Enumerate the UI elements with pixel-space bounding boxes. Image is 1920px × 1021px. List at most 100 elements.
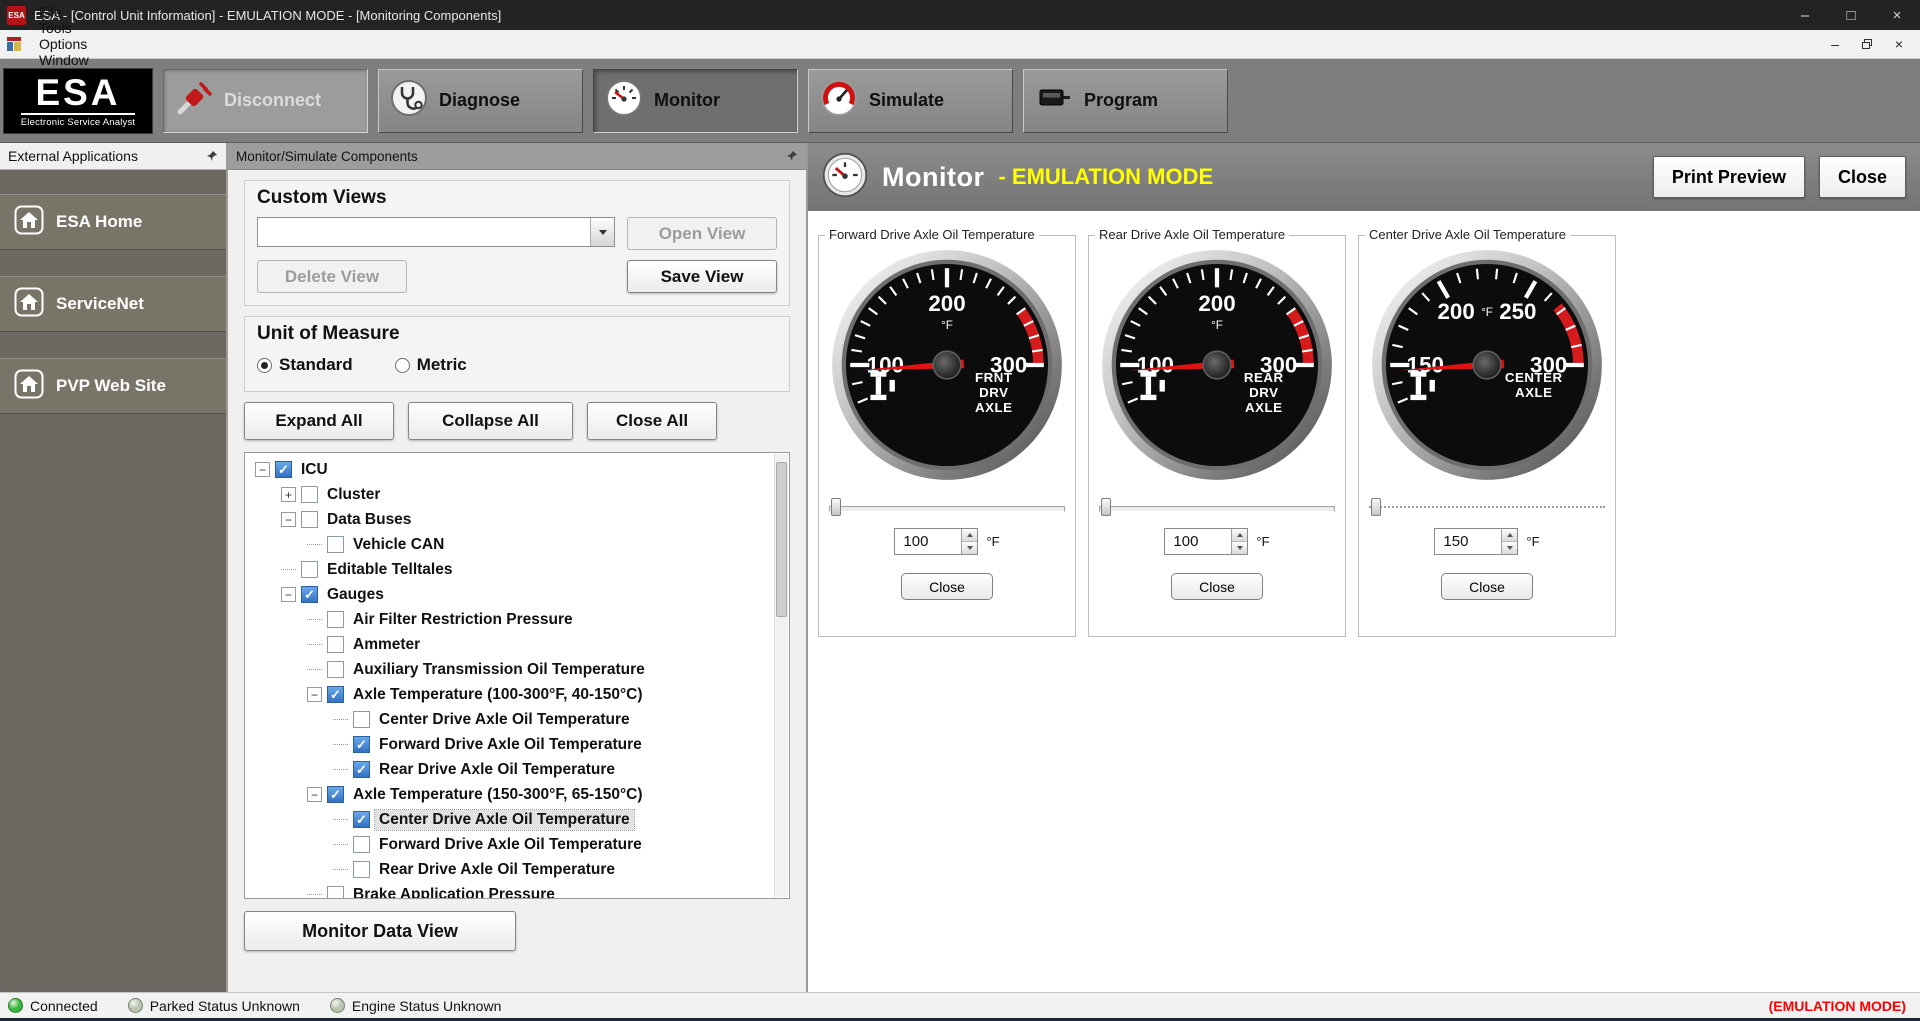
tree-item-label[interactable]: Data Buses [323,510,415,530]
tree-expander-icon[interactable] [307,894,322,895]
tree-checkbox[interactable] [353,811,370,828]
gauge-slider[interactable] [1369,498,1605,516]
tree-expander-icon[interactable] [307,644,322,645]
tree-expander-icon[interactable] [281,569,296,570]
tree-item[interactable]: + Cluster [247,482,787,507]
spin-down-icon[interactable] [1502,542,1517,554]
tree-checkbox[interactable] [301,561,318,578]
tree-item[interactable]: Vehicle CAN [247,532,787,557]
tree-checkbox[interactable] [327,686,344,703]
mdi-minimize-button[interactable]: – [1822,34,1848,54]
tree-item-label[interactable]: Gauges [323,585,388,605]
tree-checkbox[interactable] [353,761,370,778]
gauge-slider[interactable] [829,498,1065,516]
tree-item-label[interactable]: Center Drive Axle Oil Temperature [375,810,634,830]
slider-thumb[interactable] [1371,498,1381,516]
tree-expander-icon[interactable]: + [281,487,296,502]
diagnose-button[interactable]: Diagnose [378,69,583,133]
menu-item[interactable]: Tools [28,20,100,36]
tree-scrollbar[interactable] [774,454,788,897]
tree-checkbox[interactable] [327,661,344,678]
monitor-button[interactable]: Monitor [593,69,798,133]
tree-item-label[interactable]: Rear Drive Axle Oil Temperature [375,760,619,780]
tree-item-label[interactable]: Ammeter [349,635,424,655]
tree-item-label[interactable]: Cluster [323,485,384,505]
slider-thumb[interactable] [1101,498,1111,516]
pin-icon[interactable] [786,150,798,162]
tree-expander-icon[interactable] [307,619,322,620]
gauge-close-button[interactable]: Close [1171,573,1263,600]
mdi-restore-button[interactable] [1854,34,1880,54]
menu-item[interactable]: File [28,4,100,20]
spin-up-icon[interactable] [1502,529,1517,542]
tree-checkbox[interactable] [301,511,318,528]
gauge-value-input[interactable]: 100 [1164,528,1248,555]
gauge-close-button[interactable]: Close [1441,573,1533,600]
sidebar-item[interactable]: PVP Web Site [0,358,226,414]
tree-checkbox[interactable] [327,786,344,803]
tree-item[interactable]: − ICU [247,457,787,482]
print-preview-button[interactable]: Print Preview [1653,156,1805,198]
slider-thumb[interactable] [831,498,841,516]
tree-item-label[interactable]: Axle Temperature (150-300°F, 65-150°C) [349,785,647,805]
window-close-button[interactable]: × [1874,0,1920,30]
window-maximize-button[interactable]: □ [1828,0,1874,30]
tree-checkbox[interactable] [327,886,344,899]
tree-item[interactable]: Ammeter [247,632,787,657]
spin-up-icon[interactable] [1232,529,1247,542]
tree-item[interactable]: Editable Telltales [247,557,787,582]
tree-item-label[interactable]: Rear Drive Axle Oil Temperature [375,860,619,880]
window-minimize-button[interactable]: – [1782,0,1828,30]
tree-item[interactable]: − Axle Temperature (150-300°F, 65-150°C) [247,782,787,807]
tree-item-label[interactable]: Editable Telltales [323,560,456,580]
tree-expander-icon[interactable] [333,844,348,845]
tree-checkbox[interactable] [327,611,344,628]
tree-item[interactable]: Forward Drive Axle Oil Temperature [247,732,787,757]
spin-up-icon[interactable] [962,529,977,542]
tree-item[interactable]: Rear Drive Axle Oil Temperature [247,857,787,882]
mdi-close-button[interactable]: × [1886,34,1912,54]
tree-item-label[interactable]: ICU [297,460,332,480]
tree-expander-icon[interactable] [333,719,348,720]
custom-views-combobox[interactable] [257,217,615,247]
tree-checkbox[interactable] [353,711,370,728]
gauge-value-input[interactable]: 150 [1434,528,1518,555]
tree-expander-icon[interactable] [333,869,348,870]
scrollbar-thumb[interactable] [776,462,787,617]
tree-item[interactable]: Brake Application Pressure [247,882,787,899]
sidebar-item[interactable]: ServiceNet [0,276,226,332]
gauge-close-button[interactable]: Close [901,573,993,600]
tree-item[interactable]: − Data Buses [247,507,787,532]
tree-item-label[interactable]: Center Drive Axle Oil Temperature [375,710,634,730]
tree-item[interactable]: Auxiliary Transmission Oil Temperature [247,657,787,682]
tree-expander-icon[interactable]: − [307,787,322,802]
tree-expander-icon[interactable]: − [307,687,322,702]
tree-item[interactable]: − Gauges [247,582,787,607]
tree-expander-icon[interactable] [307,669,322,670]
tree-expander-icon[interactable] [333,744,348,745]
simulate-button[interactable]: Simulate [808,69,1013,133]
save-view-button[interactable]: Save View [627,260,777,293]
tree-expander-icon[interactable]: − [281,587,296,602]
standard-radio[interactable]: Standard [257,355,353,375]
tree-expander-icon[interactable]: − [255,462,270,477]
monitor-close-button[interactable]: Close [1819,156,1906,198]
tree-checkbox[interactable] [275,461,292,478]
tree-item[interactable]: − Axle Temperature (100-300°F, 40-150°C) [247,682,787,707]
expand-all-button[interactable]: Expand All [244,402,394,440]
tree-item-label[interactable]: Auxiliary Transmission Oil Temperature [349,660,649,680]
tree-item[interactable]: Center Drive Axle Oil Temperature [247,807,787,832]
pin-icon[interactable] [206,150,218,162]
menu-item[interactable]: Options [28,36,100,52]
sidebar-item[interactable]: ESA Home [0,194,226,250]
tree-checkbox[interactable] [327,536,344,553]
tree-expander-icon[interactable] [333,819,348,820]
monitor-data-view-button[interactable]: Monitor Data View [244,911,516,951]
tree-item[interactable]: Center Drive Axle Oil Temperature [247,707,787,732]
tree-checkbox[interactable] [327,636,344,653]
tree-item-label[interactable]: Forward Drive Axle Oil Temperature [375,735,646,755]
tree-checkbox[interactable] [353,836,370,853]
tree-checkbox[interactable] [301,586,318,603]
program-button[interactable]: Program [1023,69,1228,133]
tree-expander-icon[interactable] [333,769,348,770]
